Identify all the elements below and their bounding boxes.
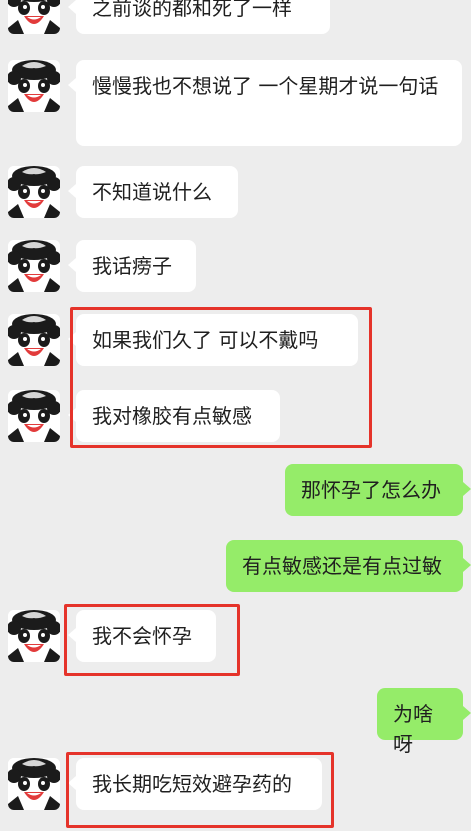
panda-avatar-icon	[8, 314, 60, 366]
message-bubble[interactable]: 我对橡胶有点敏感	[68, 390, 280, 442]
message-bubble[interactable]: 不知道说什么	[68, 166, 238, 218]
avatar[interactable]	[8, 240, 60, 292]
panda-avatar-icon	[8, 758, 60, 810]
message-bubble[interactable]: 为啥呀	[377, 688, 471, 756]
panda-avatar-icon	[8, 60, 60, 112]
message-bubble[interactable]: 之前谈的都和死了一样	[68, 0, 330, 34]
message-bubble[interactable]: 那怀孕了怎么办	[285, 464, 471, 516]
message-bubble[interactable]: 有点敏感还是有点过敏	[226, 540, 471, 592]
avatar[interactable]	[8, 314, 60, 366]
panda-avatar-icon	[8, 0, 60, 34]
avatar[interactable]	[8, 610, 60, 662]
avatar[interactable]	[8, 60, 60, 112]
panda-avatar-icon	[8, 166, 60, 218]
panda-avatar-icon	[8, 240, 60, 292]
message-bubble[interactable]: 我不会怀孕	[68, 610, 216, 662]
message-bubble[interactable]: 我话痨子	[68, 240, 196, 292]
panda-avatar-icon	[8, 610, 60, 662]
avatar[interactable]	[8, 758, 60, 810]
avatar[interactable]	[8, 390, 60, 442]
avatar[interactable]	[8, 0, 60, 34]
message-bubble[interactable]: 我长期吃短效避孕药的	[68, 758, 322, 810]
message-bubble[interactable]: 如果我们久了 可以不戴吗	[68, 314, 358, 366]
panda-avatar-icon	[8, 390, 60, 442]
message-bubble[interactable]: 慢慢我也不想说了 一个星期才说一句话	[68, 60, 462, 146]
avatar[interactable]	[8, 166, 60, 218]
